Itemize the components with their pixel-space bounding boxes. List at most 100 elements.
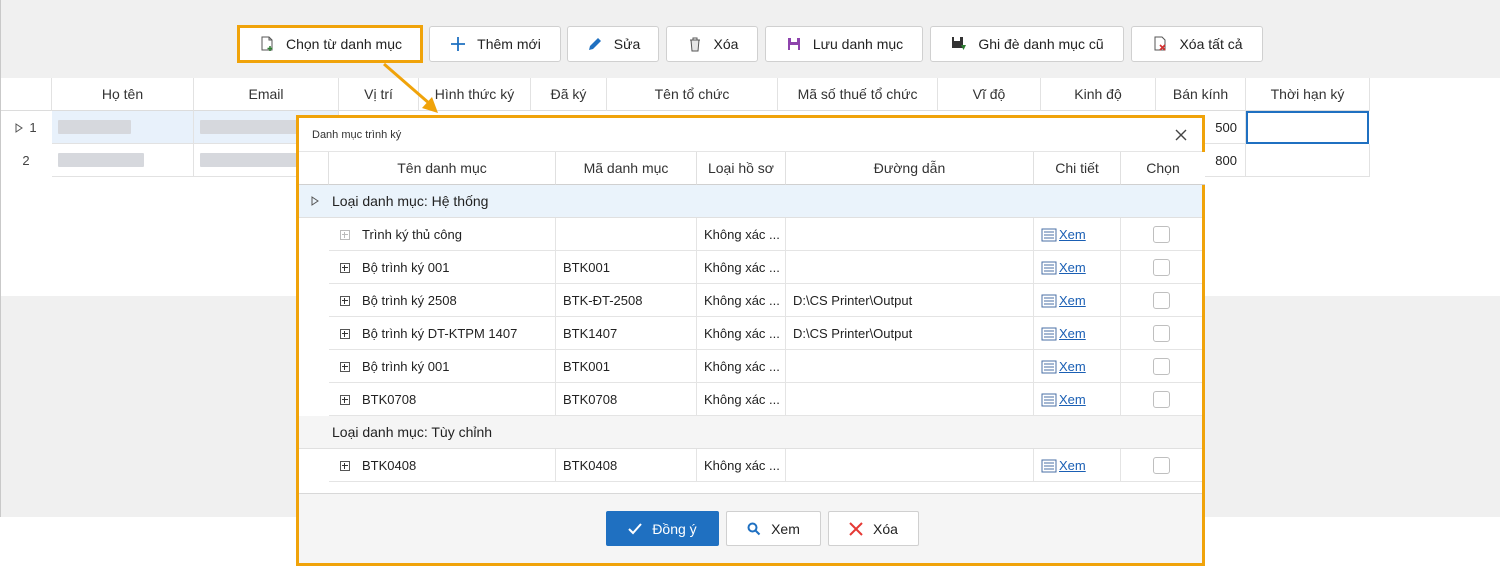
expand-icon[interactable]: [340, 229, 350, 240]
path-cell: D:\CS Printer\Output: [786, 284, 1034, 317]
path-cell: [786, 218, 1034, 251]
table-cell-name[interactable]: [52, 111, 194, 144]
path-cell: [786, 350, 1034, 383]
choose-from-catalog-button[interactable]: Chọn từ danh mục: [237, 25, 423, 63]
table-cell-sign-deadline[interactable]: [1246, 144, 1370, 177]
catalog-name-cell: Bộ trình ký DT-KTPM 1407: [329, 317, 556, 350]
list-item[interactable]: Bộ trình ký 2508 BTK-ĐT-2508 Không xác .…: [329, 284, 1202, 317]
delete-all-button[interactable]: Xóa tất cả: [1131, 26, 1263, 62]
detail-list-icon: [1041, 360, 1057, 373]
group-row-system[interactable]: Loại danh mục: Hệ thống: [299, 185, 1202, 218]
view-detail-link[interactable]: Xem: [1041, 359, 1086, 374]
col-header-path[interactable]: Đường dẫn: [786, 152, 1034, 185]
col-header-catalog-code[interactable]: Mã danh mục: [556, 152, 697, 185]
detail-cell: Xem: [1034, 449, 1121, 482]
expand-icon[interactable]: [340, 460, 350, 471]
overwrite-catalog-button[interactable]: Ghi đè danh mục cũ: [930, 26, 1124, 62]
path-cell: [786, 251, 1034, 284]
col-header-email[interactable]: Email: [194, 78, 339, 111]
table-row-header[interactable]: 2: [1, 144, 51, 177]
table-row-header[interactable]: 1: [1, 111, 51, 144]
pencil-icon: [586, 35, 604, 53]
dialog-footer: Đồng ý Xem Xóa: [299, 494, 1202, 563]
expand-icon[interactable]: [340, 328, 350, 339]
view-detail-link[interactable]: Xem: [1041, 326, 1086, 341]
select-checkbox[interactable]: [1153, 325, 1170, 342]
select-checkbox[interactable]: [1153, 358, 1170, 375]
catalog-code-cell: BTK-ĐT-2508: [556, 284, 697, 317]
view-detail-link[interactable]: Xem: [1041, 260, 1086, 275]
list-item[interactable]: BTK0708 BTK0708 Không xác ... Xem: [329, 383, 1202, 416]
col-header-record-type[interactable]: Loại hồ sơ: [697, 152, 786, 185]
col-header-radius[interactable]: Bán kính: [1156, 78, 1246, 111]
select-cell: [1121, 383, 1202, 416]
view-detail-link[interactable]: Xem: [1041, 293, 1086, 308]
group-row-custom[interactable]: Loại danh mục: Tùy chỉnh: [299, 416, 1202, 449]
redacted-text: [200, 153, 310, 167]
expand-triangle-icon[interactable]: [311, 196, 319, 206]
detail-list-icon: [1041, 294, 1057, 307]
catalog-name-cell: Bộ trình ký 2508: [329, 284, 556, 317]
view-detail-link[interactable]: Xem: [1041, 458, 1086, 473]
catalog-name-cell: BTK0708: [329, 383, 556, 416]
record-type-cell: Không xác ...: [697, 383, 786, 416]
catalog-code-cell: BTK0708: [556, 383, 697, 416]
expand-icon[interactable]: [340, 394, 350, 405]
detail-list-icon: [1041, 459, 1057, 472]
view-detail-link[interactable]: Xem: [1041, 227, 1086, 242]
table-cell-sign-deadline-editing[interactable]: [1246, 111, 1369, 144]
add-new-button[interactable]: Thêm mới: [429, 26, 561, 62]
expand-icon[interactable]: [340, 262, 350, 273]
list-item[interactable]: BTK0408 BTK0408 Không xác ... Xem: [329, 449, 1202, 482]
catalog-code-cell: BTK1407: [556, 317, 697, 350]
view-detail-link[interactable]: Xem: [1041, 392, 1086, 407]
table-cell-name[interactable]: [52, 144, 194, 177]
list-item[interactable]: Bộ trình ký 001 BTK001 Không xác ... Xem: [329, 350, 1202, 383]
toolbar: Chọn từ danh mục Thêm mới Sửa Xóa Lưu da…: [1, 0, 1500, 78]
record-type-cell: Không xác ...: [697, 284, 786, 317]
dialog-delete-button[interactable]: Xóa: [828, 511, 919, 546]
col-header-catalog-name[interactable]: Tên danh mục: [329, 152, 556, 185]
close-icon: [849, 521, 863, 536]
catalog-name-cell: Trình ký thủ công: [329, 218, 556, 251]
catalog-name-cell: Bộ trình ký 001: [329, 251, 556, 284]
list-item[interactable]: Bộ trình ký 001 BTK001 Không xác ... Xem: [329, 251, 1202, 284]
select-checkbox[interactable]: [1153, 457, 1170, 474]
close-icon[interactable]: [1172, 126, 1190, 144]
col-header-signed[interactable]: Đã ký: [531, 78, 607, 111]
row-indicator-icon: [15, 122, 24, 133]
catalog-header-corner: [299, 152, 329, 185]
catalog-name-cell: BTK0408: [329, 449, 556, 482]
path-cell: D:\CS Printer\Output: [786, 317, 1034, 350]
dialog-title-bar: Danh mục trình ký: [299, 118, 1202, 152]
select-checkbox[interactable]: [1153, 259, 1170, 276]
detail-cell: Xem: [1034, 218, 1121, 251]
edit-button[interactable]: Sửa: [567, 26, 659, 62]
delete-button[interactable]: Xóa: [666, 26, 758, 62]
select-cell: [1121, 251, 1202, 284]
col-header-longitude[interactable]: Kinh độ: [1041, 78, 1156, 111]
col-header-org-name[interactable]: Tên tổ chức: [607, 78, 778, 111]
col-header-select[interactable]: Chọn: [1121, 152, 1205, 185]
col-header-org-tax[interactable]: Mã số thuế tổ chức: [778, 78, 938, 111]
list-item[interactable]: Trình ký thủ công Không xác ... Xem: [329, 218, 1202, 251]
detail-list-icon: [1041, 393, 1057, 406]
save-catalog-button[interactable]: Lưu danh mục: [765, 26, 923, 62]
plus-icon: [449, 35, 467, 53]
expand-icon[interactable]: [340, 295, 350, 306]
select-checkbox[interactable]: [1153, 391, 1170, 408]
detail-cell: Xem: [1034, 350, 1121, 383]
view-button[interactable]: Xem: [726, 511, 821, 546]
select-checkbox[interactable]: [1153, 292, 1170, 309]
expand-icon[interactable]: [340, 361, 350, 372]
col-header-latitude[interactable]: Vĩ độ: [938, 78, 1041, 111]
delete-document-icon: [1151, 35, 1169, 53]
select-checkbox[interactable]: [1153, 226, 1170, 243]
trash-icon: [686, 35, 704, 53]
list-item[interactable]: Bộ trình ký DT-KTPM 1407 BTK1407 Không x…: [329, 317, 1202, 350]
record-type-cell: Không xác ...: [697, 350, 786, 383]
col-header-sign-deadline[interactable]: Thời hạn ký: [1246, 78, 1370, 111]
ok-button[interactable]: Đồng ý: [606, 511, 719, 546]
col-header-name[interactable]: Họ tên: [52, 78, 194, 111]
col-header-detail[interactable]: Chi tiết: [1034, 152, 1121, 185]
